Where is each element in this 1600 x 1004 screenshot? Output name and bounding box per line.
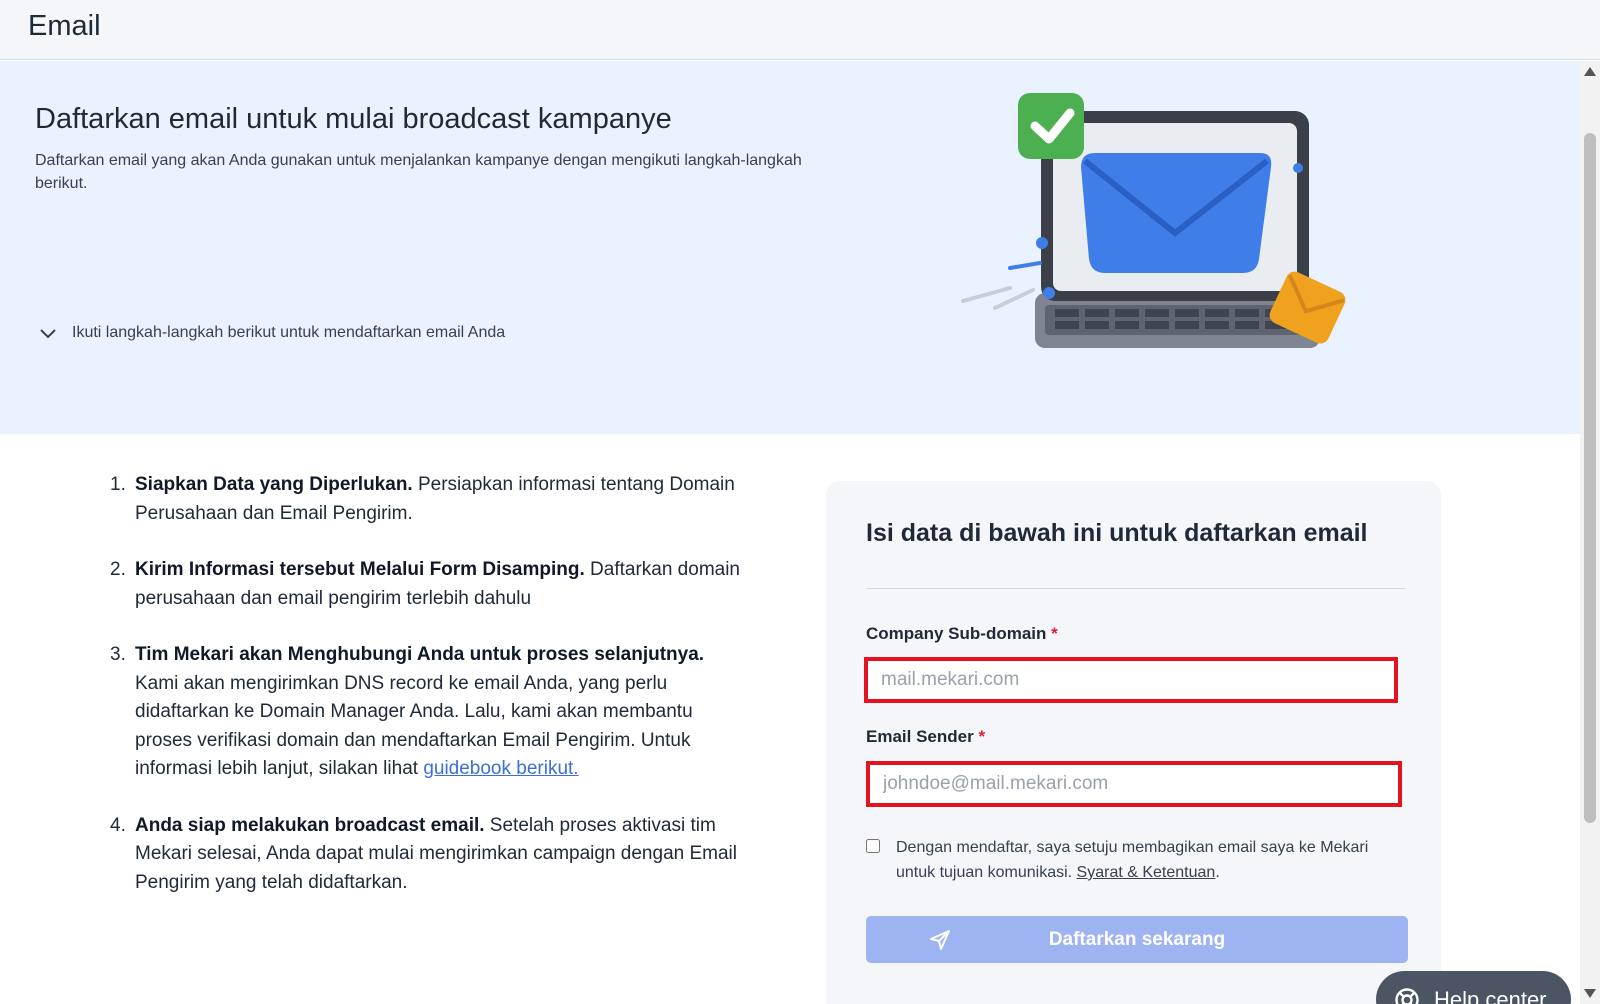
hero-title: Daftarkan email untuk mulai broadcast ka…	[35, 103, 672, 135]
registration-form: Isi data di bawah ini untuk daftarkan em…	[826, 481, 1441, 1004]
step-item: 3. Tim Mekari akan Menghubungi Anda untu…	[110, 641, 750, 784]
step-item: 4. Anda siap melakukan broadcast email. …	[110, 812, 750, 898]
subdomain-label: Company Sub-domain *	[866, 624, 1058, 644]
step-text: Kami akan mengirimkan DNS record ke emai…	[135, 672, 693, 780]
laptop-envelope-illustration	[961, 93, 1346, 348]
form-divider	[866, 588, 1406, 589]
steps-list: 1. Siapkan Data yang Diperlukan. Persiap…	[110, 471, 750, 925]
terms-link[interactable]: Syarat & Ketentuan	[1077, 864, 1216, 881]
step-title: Anda siap melakukan broadcast email.	[135, 814, 485, 836]
step-number: 2.	[110, 559, 126, 580]
step-item: 1. Siapkan Data yang Diperlukan. Persiap…	[110, 471, 750, 528]
form-title: Isi data di bawah ini untuk daftarkan em…	[866, 519, 1368, 547]
submit-button[interactable]: Daftarkan sekarang	[866, 916, 1408, 963]
step-number: 3.	[110, 644, 126, 665]
hero-banner: Daftarkan email untuk mulai broadcast ka…	[0, 61, 1580, 434]
help-center-label: Help center	[1434, 986, 1547, 1004]
scrollbar-thumb[interactable]	[1584, 133, 1596, 823]
subdomain-field-box	[864, 657, 1398, 703]
steps-toggle-label: Ikuti langkah-langkah berikut untuk mend…	[72, 324, 506, 341]
scroll-down-arrow[interactable]	[1584, 989, 1596, 998]
sender-email-input[interactable]	[870, 765, 1398, 803]
page-title: Email	[28, 10, 101, 42]
step-title: Siapkan Data yang Diperlukan.	[135, 474, 413, 495]
hero-description: Daftarkan email yang akan Anda gunakan u…	[35, 152, 802, 192]
top-bar: Email	[0, 0, 1600, 60]
step-title: Kirim Informasi tersebut Melalui Form Di…	[135, 559, 585, 580]
subdomain-label-text: Company Sub-domain	[866, 624, 1047, 643]
chevron-down-icon	[40, 329, 56, 339]
consent-row: Dengan mendaftar, saya setuju membagikan…	[866, 835, 1386, 885]
send-icon	[930, 930, 950, 950]
step-number: 1.	[110, 474, 126, 495]
step-number: 4.	[110, 814, 126, 836]
steps-toggle[interactable]: Ikuti langkah-langkah berikut untuk mend…	[38, 323, 505, 343]
sender-label-text: Email Sender	[866, 727, 974, 746]
step-item: 2. Kirim Informasi tersebut Melalui Form…	[110, 556, 750, 613]
help-center-button[interactable]: Help center	[1376, 971, 1571, 1004]
consent-end: .	[1215, 864, 1220, 881]
main-content: Daftarkan email untuk mulai broadcast ka…	[0, 61, 1580, 1004]
consent-checkbox[interactable]	[866, 839, 880, 853]
required-marker: *	[978, 727, 986, 746]
subdomain-input[interactable]	[868, 661, 1394, 699]
lifebuoy-icon	[1395, 987, 1419, 1004]
vertical-scrollbar[interactable]	[1580, 61, 1600, 1004]
step-title: Tim Mekari akan Menghubungi Anda untuk p…	[135, 644, 705, 665]
required-marker: *	[1051, 624, 1058, 643]
submit-label: Daftarkan sekarang	[1048, 928, 1226, 950]
consent-text-wrap: Dengan mendaftar, saya setuju membagikan…	[896, 835, 1386, 885]
guidebook-link[interactable]: guidebook berikut.	[423, 758, 578, 779]
scroll-up-arrow[interactable]	[1584, 67, 1596, 76]
sender-label: Email Sender *	[866, 727, 985, 747]
sender-field-box	[866, 761, 1402, 807]
